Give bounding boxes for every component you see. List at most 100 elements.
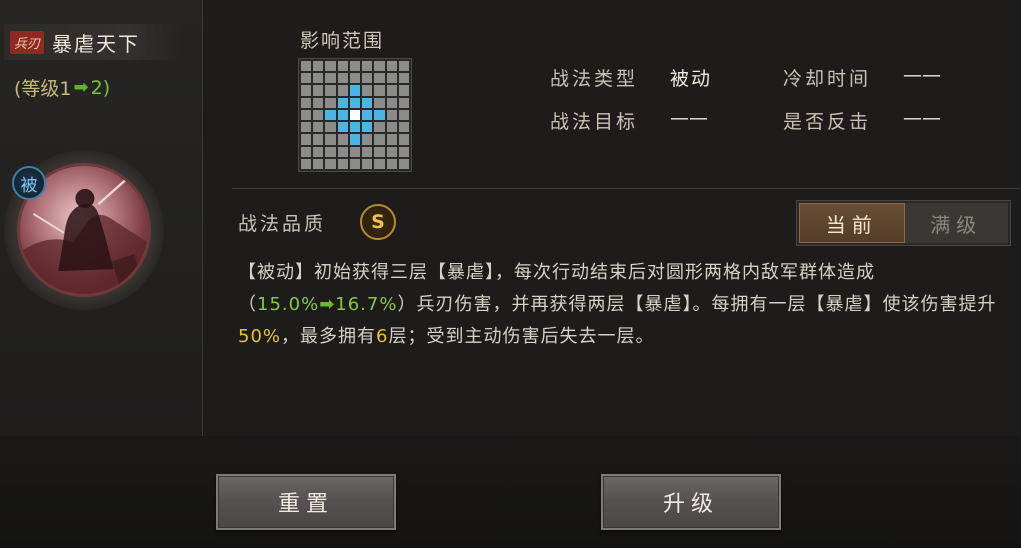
range-hit-cell [337,97,348,108]
range-cell [349,146,361,157]
range-cell [313,97,324,108]
desc-text-4: 层；受到主动伤害后失去一层。 [388,326,655,347]
range-cell [398,97,409,108]
range-cell [325,122,336,133]
range-cell [313,61,324,72]
range-cell [325,97,336,108]
bottom-bar [0,436,1021,548]
range-cell [325,134,336,145]
range-cell [301,158,312,169]
counter-value: —— [903,107,941,129]
range-cell [325,146,336,157]
desc-value-current: 15.0% [257,294,320,315]
level-toggle: 当前 满级 [796,200,1011,246]
skill-target-label: 战法目标 [550,111,639,133]
skill-type-label: 战法类型 [550,68,639,90]
range-cell [386,85,397,96]
range-cell [398,122,409,133]
level-line: (等级1 ➡ 2) [14,74,110,101]
range-cell [374,134,385,145]
cooldown-value: —— [903,64,941,86]
range-cell [337,146,348,157]
range-hit-cell [374,109,385,121]
range-cell [362,158,373,169]
range-hit-cell [337,122,348,133]
range-cell [386,122,397,133]
counter-label: 是否反击 [783,111,872,133]
range-cell [398,158,409,169]
range-center-cell [349,109,361,121]
range-cell [325,85,336,96]
level-arrow-icon: ➡ [73,77,89,98]
range-hit-cell [349,122,361,133]
range-cell [349,61,361,72]
reset-button[interactable]: 重置 [216,474,396,530]
range-cell [362,146,373,157]
range-cell [301,109,312,121]
range-cell [349,73,361,84]
range-cell [301,85,312,96]
green-right-arrow-icon: ➡ [319,294,336,315]
passive-badge: 被 [12,166,46,200]
skill-name-bar: 兵刃 暴虐天下 [4,24,180,60]
range-cell [386,146,397,157]
range-cell [301,73,312,84]
range-cell [337,73,348,84]
range-cell [362,85,373,96]
range-hit-cell [362,97,373,108]
range-cell [301,134,312,145]
desc-value-max-stacks: 6 [376,326,389,347]
desc-value-bonus: 50% [238,326,282,347]
level-to: 2) [90,76,111,99]
cooldown-label: 冷却时间 [783,68,872,90]
range-cell [386,61,397,72]
range-cell [337,134,348,145]
tab-max-level[interactable]: 满级 [904,203,1008,243]
range-cell [313,85,324,96]
range-cell [398,85,409,96]
range-cell [386,97,397,108]
range-cell [301,122,312,133]
weapon-type-tag: 兵刃 [10,30,45,54]
range-cell [386,109,397,121]
range-grid [298,58,412,172]
range-cell [337,61,348,72]
upgrade-button[interactable]: 升级 [601,474,781,530]
range-hit-cell [349,134,361,145]
range-hit-cell [362,109,373,121]
range-cell [398,134,409,145]
skill-description: 【被动】初始获得三层【暴虐】，每次行动结束后对圆形两格内敌军群体造成（15.0%… [238,257,1008,353]
range-cell [313,158,324,169]
range-cell [325,61,336,72]
skill-target-value: —— [670,107,708,129]
range-cell [362,61,373,72]
range-cell [374,146,385,157]
tab-current[interactable]: 当前 [799,203,905,243]
range-cell [362,73,373,84]
range-cell [386,73,397,84]
range-cell [374,97,385,108]
range-hit-cell [362,122,373,133]
range-cell [386,134,397,145]
range-cell [301,146,312,157]
section-divider [232,188,1021,189]
desc-value-next: 16.7% [335,294,398,315]
range-cell [374,158,385,169]
range-cell [374,122,385,133]
level-from: (等级1 [14,78,72,100]
skill-type-value: 被动 [670,68,713,90]
range-cell [337,85,348,96]
range-cell [313,109,324,121]
range-cell [313,122,324,133]
range-cell [386,158,397,169]
desc-text-2: ）兵刃伤害，并再获得两层【暴虐】。每拥有一层【暴虐】使该伤害提升 [397,294,997,315]
range-cell [301,61,312,72]
quality-label: 战法品质 [238,213,327,235]
range-cell [325,73,336,84]
range-cell [337,158,348,169]
range-hit-cell [337,109,348,121]
skill-name: 暴虐天下 [52,31,141,56]
range-cell [301,97,312,108]
range-cell [362,134,373,145]
range-cell [313,134,324,145]
